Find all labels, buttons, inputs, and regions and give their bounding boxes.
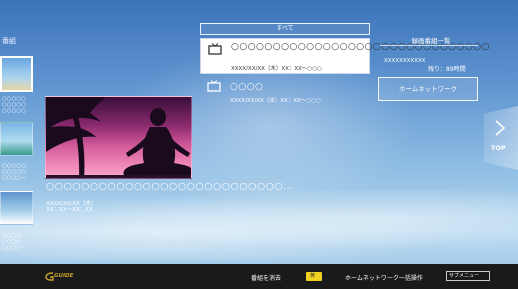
recording-item[interactable]: ○○○○ XXXX/XX/XX（木）XX：XX〜○○○ <box>200 76 370 112</box>
recording-date: XXXX/XX/XX（木）XX：XX〜○○○ <box>231 66 322 72</box>
recording-date: XXXX/XX/XX（木）XX：XX〜○○○ <box>230 98 321 104</box>
thumbnail-label: ○○○○ ○○○○ ○○○○− <box>2 233 26 251</box>
tv-icon <box>208 43 222 55</box>
category-tab-all[interactable]: すべて <box>200 23 370 35</box>
preview-image <box>45 96 192 179</box>
recording-list-title: 録画番組一覧 <box>411 37 451 45</box>
left-column-title: 番組 <box>2 37 16 45</box>
remaining-time: 残り：89時間 <box>428 66 466 73</box>
recording-title: ○○○○ <box>230 82 264 92</box>
thumbnail-label: ○○○○○ ○○○○○ ○○○○○ <box>2 96 26 114</box>
brand-text: GUIDE <box>54 273 74 279</box>
tv-icon <box>207 80 221 92</box>
thumbnail-ocean[interactable] <box>0 122 33 156</box>
delete-program-label: 番組を消去 <box>251 275 282 282</box>
device-name: XXXXXXXXXXX <box>384 58 426 64</box>
recording-item-selected[interactable]: ○○○○○○○○○○○○○○○○○○○○○○○○○○○○○○○ XXXX/XX/… <box>200 38 490 74</box>
yoga-silhouette-image <box>46 97 191 178</box>
left-thumbnail-strip: ○○○○○ ○○○○○ ○○○○○ ○○○○○ ○○○○○ ○○○○− ○○○○… <box>0 50 40 260</box>
preview-title: ○○○○○○○○○○○○○○○○○○○○○○○○○○○… <box>46 181 294 192</box>
yellow-key-button[interactable]: 黄 <box>306 272 322 281</box>
preview-date: XXXX/XX/XX（木） XX：XX〜XX：XX <box>46 201 96 213</box>
submenu-label: サブメニュー <box>449 273 480 279</box>
bulk-operation-label: ホームネットワーク一括操作 <box>345 275 423 282</box>
yellow-key-label: 黄 <box>310 273 316 279</box>
preview-date-line2: XX：XX〜XX：XX <box>46 207 93 213</box>
divider <box>380 45 478 46</box>
top-button[interactable] <box>484 106 518 170</box>
submenu-button[interactable]: サブメニュー <box>446 271 490 281</box>
chevron-right-icon <box>495 120 506 136</box>
home-network-button[interactable]: ホームネットワーク <box>378 77 478 101</box>
top-label: TOP <box>491 144 506 152</box>
recording-title: ○○○○○○○○○○○○○○○○○○○○○○○○○○○○○○○ <box>231 42 490 52</box>
thumbnail-beach[interactable] <box>0 56 33 92</box>
thumbnail-sky[interactable] <box>0 191 33 225</box>
thumbnail-label: ○○○○○ ○○○○○ ○○○○− <box>2 163 26 181</box>
